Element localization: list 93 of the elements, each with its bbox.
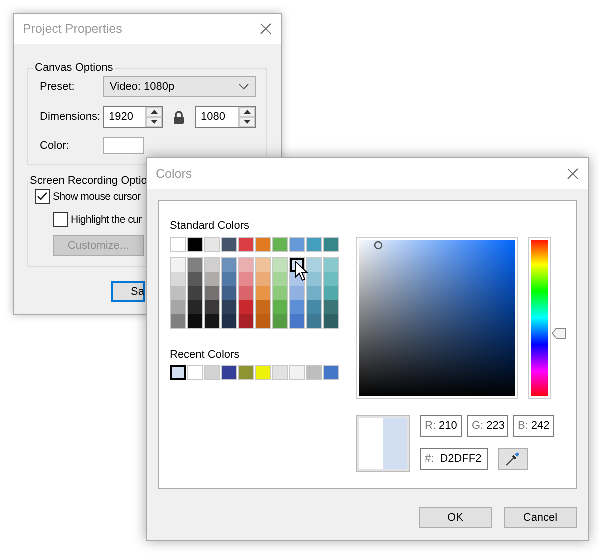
color-swatch[interactable]: [273, 286, 287, 300]
color-swatch[interactable]: [307, 258, 321, 272]
mouse-pointer-icon: [295, 261, 308, 282]
chevron-down-icon: [239, 84, 249, 90]
channel-label: B:: [518, 420, 528, 432]
color-swatch[interactable]: [103, 137, 144, 154]
color-swatch[interactable]: [239, 300, 253, 314]
window-title: Colors: [156, 166, 192, 180]
eyedropper-button[interactable]: [498, 448, 528, 470]
width-spinbox[interactable]: 1920: [103, 106, 163, 128]
color-swatch[interactable]: [307, 286, 321, 300]
standard-colors-heading: Standard Colors: [170, 220, 250, 232]
color-swatch[interactable]: [256, 314, 270, 328]
lock-icon[interactable]: [174, 110, 184, 124]
color-swatch[interactable]: [222, 258, 236, 272]
color-swatch[interactable]: [307, 272, 321, 286]
color-swatch[interactable]: [222, 272, 236, 286]
close-icon: [260, 23, 272, 35]
color-swatch[interactable]: [205, 300, 219, 314]
color-swatch[interactable]: [188, 286, 202, 300]
color-swatch[interactable]: [171, 286, 185, 300]
saturation-brightness-field[interactable]: [356, 237, 518, 399]
channel-input[interactable]: G: 223: [467, 415, 508, 437]
color-swatch[interactable]: [170, 365, 186, 380]
color-label: Color:: [40, 140, 70, 152]
color-swatch[interactable]: [239, 272, 253, 286]
color-swatch[interactable]: [188, 258, 202, 272]
color-swatch[interactable]: [256, 300, 270, 314]
color-swatch[interactable]: [171, 314, 185, 328]
color-swatch[interactable]: [273, 300, 287, 314]
color-swatch[interactable]: [324, 272, 338, 286]
channel-value: 223: [486, 420, 505, 432]
picker-circle-icon[interactable]: [374, 241, 383, 250]
channel-label: G:: [472, 420, 484, 432]
color-swatch[interactable]: [256, 272, 270, 286]
channel-input[interactable]: B: 242: [513, 415, 554, 437]
color-swatch[interactable]: [324, 286, 338, 300]
dialog-button[interactable]: Cancel: [504, 507, 577, 528]
hex-value: D2DFF2: [440, 453, 482, 465]
color-swatch[interactable]: [324, 314, 338, 328]
color-swatch[interactable]: [324, 300, 338, 314]
color-swatch[interactable]: [171, 272, 185, 286]
checkbox[interactable]: [53, 212, 68, 227]
recent-colors-heading: Recent Colors: [170, 349, 241, 361]
color-swatch[interactable]: [290, 314, 304, 328]
eyedropper-icon: [505, 451, 521, 467]
preset-label: Preset:: [40, 80, 76, 92]
color-swatch[interactable]: [239, 314, 253, 328]
up-arrow-icon[interactable]: [150, 110, 158, 114]
color-swatch[interactable]: [307, 314, 321, 328]
channel-input[interactable]: R: 210: [420, 415, 462, 437]
checkbox[interactable]: [35, 189, 50, 204]
color-swatch[interactable]: [188, 300, 202, 314]
color-swatch[interactable]: [205, 272, 219, 286]
hex-label: #:: [425, 453, 434, 465]
color-swatch[interactable]: [171, 300, 185, 314]
preset-dropdown[interactable]: Video: 1080p: [103, 76, 256, 97]
color-swatch[interactable]: [222, 300, 236, 314]
color-swatch[interactable]: [188, 272, 202, 286]
color-swatch[interactable]: [222, 314, 236, 328]
slider-thumb[interactable]: [552, 328, 566, 339]
color-swatch[interactable]: [239, 286, 253, 300]
color-swatch[interactable]: [205, 258, 219, 272]
color-swatch[interactable]: [324, 258, 338, 272]
group-title: Canvas Options: [34, 62, 114, 74]
color-swatch[interactable]: [273, 272, 287, 286]
channel-value: 242: [531, 420, 550, 432]
color-swatch[interactable]: [290, 300, 304, 314]
color-swatch[interactable]: [188, 314, 202, 328]
checkbox-label: Highlight the cur: [71, 214, 142, 226]
color-swatch[interactable]: [239, 258, 253, 272]
color-swatch[interactable]: [256, 258, 270, 272]
hex-input[interactable]: #: D2DFF2: [420, 448, 488, 470]
color-swatch[interactable]: [273, 258, 287, 272]
color-swatch[interactable]: [273, 314, 287, 328]
color-swatch[interactable]: [222, 286, 236, 300]
dimensions-label: Dimensions:: [40, 111, 102, 123]
up-arrow-icon[interactable]: [244, 110, 250, 114]
window-title: Project Properties: [23, 22, 122, 36]
color-swatch[interactable]: [290, 286, 304, 300]
color-swatch[interactable]: [256, 286, 270, 300]
down-arrow-icon[interactable]: [150, 120, 158, 124]
channel-value: 210: [439, 420, 458, 432]
color-swatch[interactable]: [307, 300, 321, 314]
close-icon: [567, 168, 579, 180]
channel-label: R:: [425, 420, 436, 432]
color-swatch[interactable]: [171, 258, 185, 272]
down-arrow-icon[interactable]: [244, 120, 250, 124]
color-swatch[interactable]: [205, 286, 219, 300]
color-swatch[interactable]: [205, 314, 219, 328]
height-spinbox[interactable]: 1080: [195, 106, 256, 128]
checkbox-label: Show mouse cursor: [53, 190, 141, 202]
dialog-button[interactable]: OK: [419, 507, 492, 528]
